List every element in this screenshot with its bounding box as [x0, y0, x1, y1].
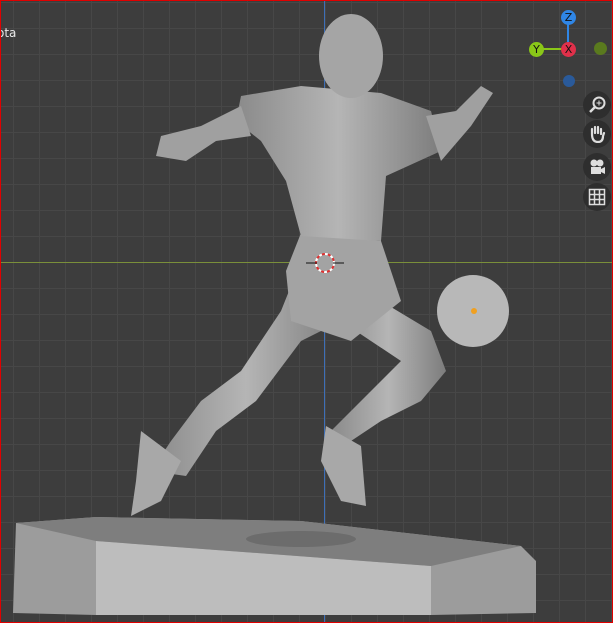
gizmo-y-axis[interactable]: Y [529, 42, 544, 57]
gizmo-x-axis[interactable]: X [561, 42, 576, 57]
camera-view-button[interactable] [583, 153, 611, 181]
zoom-button[interactable] [583, 91, 611, 119]
ortho-toggle-button[interactable] [583, 183, 611, 211]
zoom-icon [589, 96, 606, 113]
pan-button[interactable] [583, 120, 611, 148]
3d-viewport[interactable]: ota Z Y X [0, 0, 613, 623]
gizmo-z-axis[interactable]: Z [561, 10, 576, 25]
gizmo-neg-z-axis[interactable] [563, 75, 575, 87]
camera-icon [590, 159, 605, 174]
gizmo-neg-y-axis[interactable] [594, 42, 607, 55]
hand-pan-icon [590, 125, 606, 143]
footballer-statue-model[interactable] [1, 1, 613, 623]
grid-ortho-icon [588, 188, 606, 206]
